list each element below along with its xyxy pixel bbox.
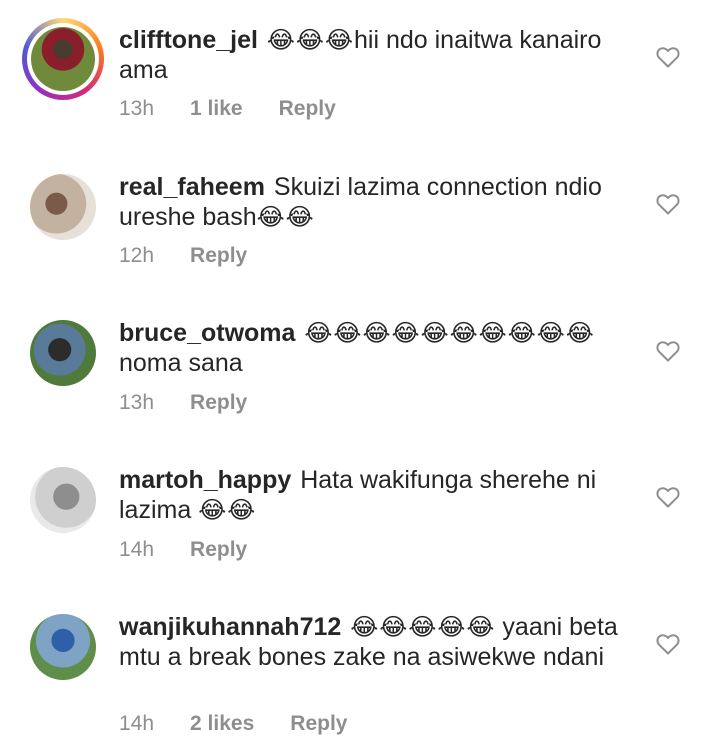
comment-text: clifftone_jel 😂😂😂hii ndo inaitwa kanairo… (119, 25, 639, 85)
comment-meta: 12h Reply (119, 244, 283, 268)
comment-emoji: 😂😂😂😂😂 (350, 613, 496, 641)
avatar[interactable] (30, 174, 96, 240)
comment-meta: 14h Reply (119, 538, 283, 562)
comment-username[interactable]: clifftone_jel (119, 26, 258, 54)
comment-text: wanjikuhannah712 😂😂😂😂😂 yaani beta mtu a … (119, 612, 639, 672)
comment-time: 14h (119, 712, 155, 735)
comment-emoji: 😂😂 (198, 496, 257, 524)
heart-outline-icon[interactable] (656, 340, 680, 362)
reply-button[interactable]: Reply (190, 391, 247, 415)
comment-emoji: 😂😂😂 (266, 26, 355, 54)
comment-body: noma sana (119, 349, 243, 377)
comment-meta: 13h Reply (119, 391, 283, 415)
avatar[interactable] (22, 18, 104, 100)
comment-text: bruce_otwoma 😂😂😂😂😂😂😂😂😂😂 noma sana (119, 318, 639, 378)
comment-username[interactable]: real_faheem (119, 173, 265, 201)
comment-meta: 14h 2 likes Reply (119, 712, 383, 736)
reply-button[interactable]: Reply (290, 712, 347, 736)
reply-button[interactable]: Reply (190, 538, 247, 562)
heart-outline-icon[interactable] (656, 46, 680, 68)
comment-username[interactable]: wanjikuhannah712 (119, 613, 341, 641)
comment-username[interactable]: martoh_happy (119, 466, 291, 494)
reply-button[interactable]: Reply (190, 244, 247, 268)
comment-emoji: 😂😂 (256, 203, 315, 231)
avatar[interactable] (30, 614, 96, 680)
heart-outline-icon[interactable] (656, 633, 680, 655)
avatar[interactable] (30, 467, 96, 533)
comment-meta: 13h 1 like Reply (119, 97, 372, 121)
comment-text: martoh_happy Hata wakifunga sherehe ni l… (119, 465, 639, 525)
comment-time: 13h (119, 391, 155, 414)
comment-likes[interactable]: 1 like (190, 97, 243, 121)
comment-username[interactable]: bruce_otwoma (119, 319, 295, 347)
comment-time: 12h (119, 244, 155, 267)
comment-text: real_faheem Skuizi lazima connection ndi… (119, 172, 639, 232)
comment-likes[interactable]: 2 likes (190, 712, 254, 736)
comment-emoji: 😂😂😂😂😂😂😂😂😂😂 (304, 319, 595, 347)
avatar[interactable] (30, 320, 96, 386)
reply-button[interactable]: Reply (279, 97, 336, 121)
comment-time: 13h (119, 97, 155, 120)
comment-time: 14h (119, 538, 155, 561)
heart-outline-icon[interactable] (656, 486, 680, 508)
heart-outline-icon[interactable] (656, 193, 680, 215)
